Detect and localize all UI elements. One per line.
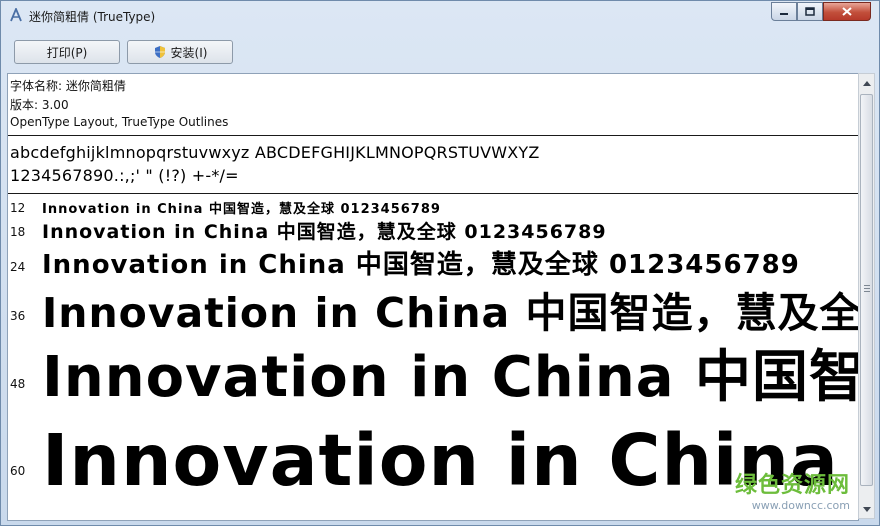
font-viewer-window: 迷你简粗倩 (TrueType) 打印(P) 安装(I) 字体名称: 迷你简粗倩… (0, 0, 880, 526)
scrollbar-thumb[interactable] (860, 94, 873, 486)
toolbar: 打印(P) 安装(I) (7, 34, 873, 68)
window-title: 迷你简粗倩 (TrueType) (29, 10, 156, 24)
install-button[interactable]: 安装(I) (127, 40, 233, 64)
sample-text-36: Innovation in China 中国智造，慧及全 (42, 289, 859, 337)
sample-text-24: Innovation in China 中国智造，慧及全球 0123456789 (42, 250, 800, 280)
watermark-cn: 绿色资源网 (734, 473, 850, 498)
sample-size-label: 60 (10, 464, 26, 478)
sample-size-label: 36 (10, 309, 26, 323)
scroll-down-button[interactable] (860, 501, 873, 517)
watermark: 绿色资源网 www.downcc.com (735, 467, 850, 512)
divider (8, 193, 858, 194)
chevron-up-icon (862, 80, 871, 86)
sample-size-label: 48 (10, 377, 26, 391)
charset-letters: abcdefghijklmnopqrstuvwxyz ABCDEFGHIJKLM… (10, 143, 540, 162)
shield-icon (154, 46, 165, 58)
font-version-text: 版本: 3.00 (10, 98, 69, 112)
chevron-down-icon (862, 506, 871, 512)
minimize-icon (780, 12, 788, 15)
sample-size-label: 18 (10, 225, 26, 239)
sample-text-48: Innovation in China 中国智 (42, 345, 859, 410)
font-outline-text: OpenType Layout, TrueType Outlines (10, 115, 229, 129)
maximize-button[interactable] (797, 2, 823, 21)
divider (8, 135, 858, 136)
sample-size-label: 24 (10, 260, 26, 274)
scroll-up-button[interactable] (860, 75, 873, 91)
vertical-scrollbar[interactable] (858, 73, 875, 519)
minimize-button[interactable] (771, 2, 797, 21)
print-button-label: 打印(P) (46, 45, 88, 60)
sample-text-18: Innovation in China 中国智造，慧及全球 0123456789 (42, 221, 607, 243)
close-button[interactable] (823, 2, 871, 21)
font-app-icon (10, 8, 22, 22)
sample-text-12: Innovation in China 中国智造，慧及全球 0123456789 (42, 202, 441, 217)
charset-symbols: 1234567890.:,;' " (!?) +-*/= (10, 166, 239, 185)
font-name-text: 字体名称: 迷你简粗倩 (10, 79, 126, 93)
maximize-icon (805, 7, 815, 16)
install-button-label: 安装(I) (170, 45, 208, 60)
title-bar[interactable]: 迷你简粗倩 (TrueType) (1, 1, 879, 31)
print-button[interactable]: 打印(P) (14, 40, 120, 64)
sample-size-label: 12 (10, 201, 26, 215)
watermark-en: www.downcc.com (751, 499, 850, 512)
font-preview-pane: 字体名称: 迷你简粗倩 版本: 3.00 OpenType Layout, Tr… (7, 73, 859, 521)
close-icon (842, 7, 852, 16)
